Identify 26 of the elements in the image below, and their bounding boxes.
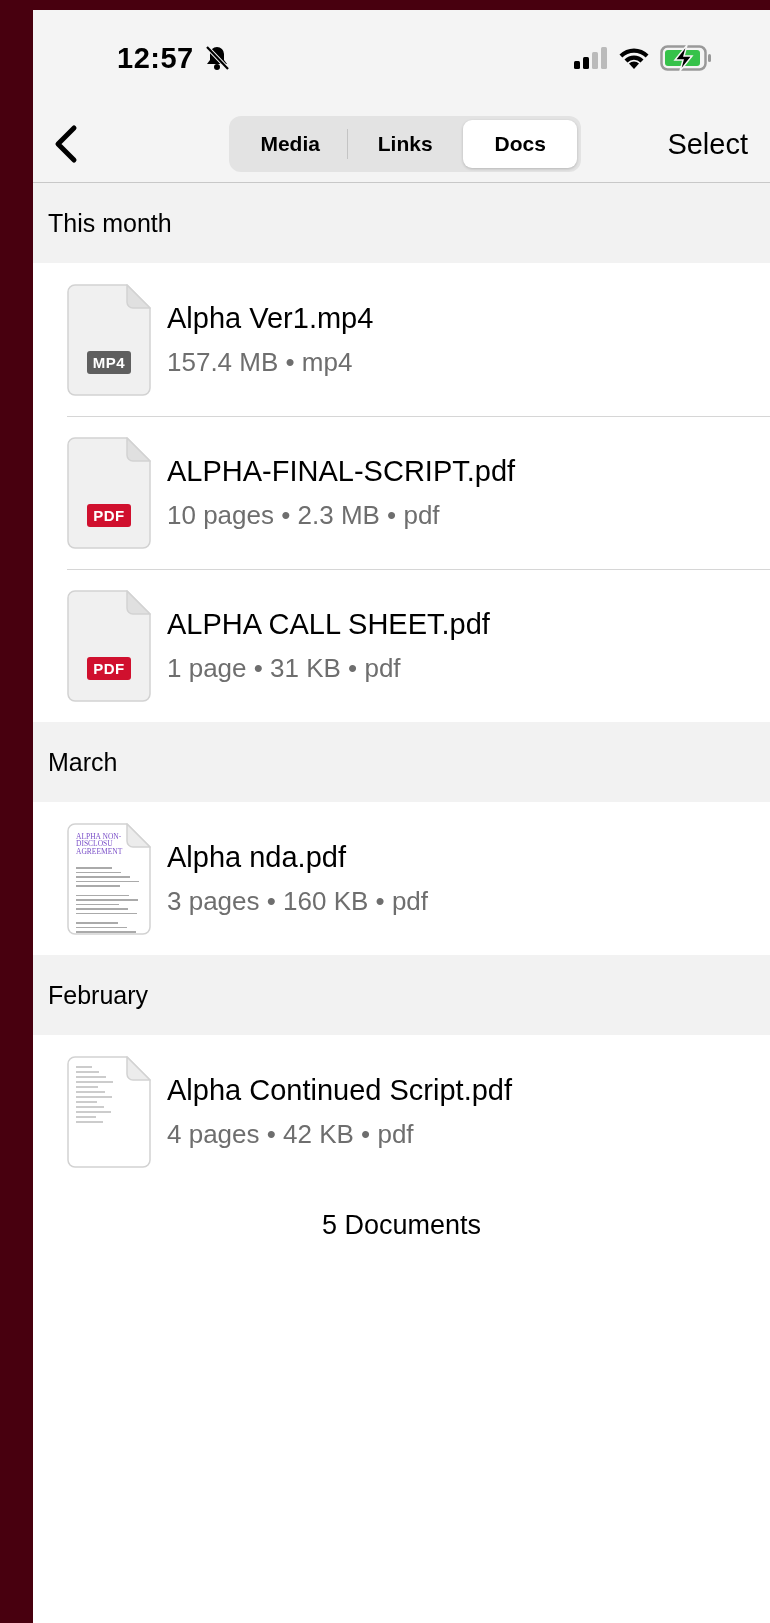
file-name[interactable]: Alpha nda.pdf xyxy=(167,840,429,874)
wifi-icon xyxy=(618,47,650,69)
signal-icon xyxy=(574,47,608,69)
status-time: 12:57 xyxy=(117,41,194,75)
file-name[interactable]: Alpha Continued Script.pdf xyxy=(167,1073,512,1107)
segment-tab[interactable]: Media xyxy=(233,120,348,168)
select-button[interactable]: Select xyxy=(667,127,748,161)
segment-tab[interactable]: Links xyxy=(348,120,463,168)
section-header: February xyxy=(48,980,149,1010)
text-lines-drawing xyxy=(76,1065,113,1123)
document-count: 5 Documents xyxy=(321,1210,482,1241)
file-name[interactable]: ALPHA-FINAL-SCRIPT.pdf xyxy=(167,454,516,488)
battery-charging-icon xyxy=(660,45,712,71)
back-chevron-icon xyxy=(53,124,79,164)
file-details: 157.4 MB • mp4 xyxy=(167,346,354,378)
file-name[interactable]: ALPHA CALL SHEET.pdf xyxy=(167,607,490,641)
file-details: 10 pages • 2.3 MB • pdf xyxy=(167,499,441,531)
file-details: 3 pages • 160 KB • pdf xyxy=(167,885,429,917)
section-header: March xyxy=(48,747,118,777)
file-details: 1 page • 31 KB • pdf xyxy=(167,652,402,684)
file-type-label: PDF xyxy=(87,656,131,680)
file-name[interactable]: Alpha Ver1.mp4 xyxy=(167,301,374,335)
section-header: This month xyxy=(48,208,172,238)
file-details: 4 pages • 42 KB • pdf xyxy=(167,1118,415,1150)
file-type-label: PDF xyxy=(87,503,131,527)
segment-tab[interactable]: Docs xyxy=(463,120,578,168)
